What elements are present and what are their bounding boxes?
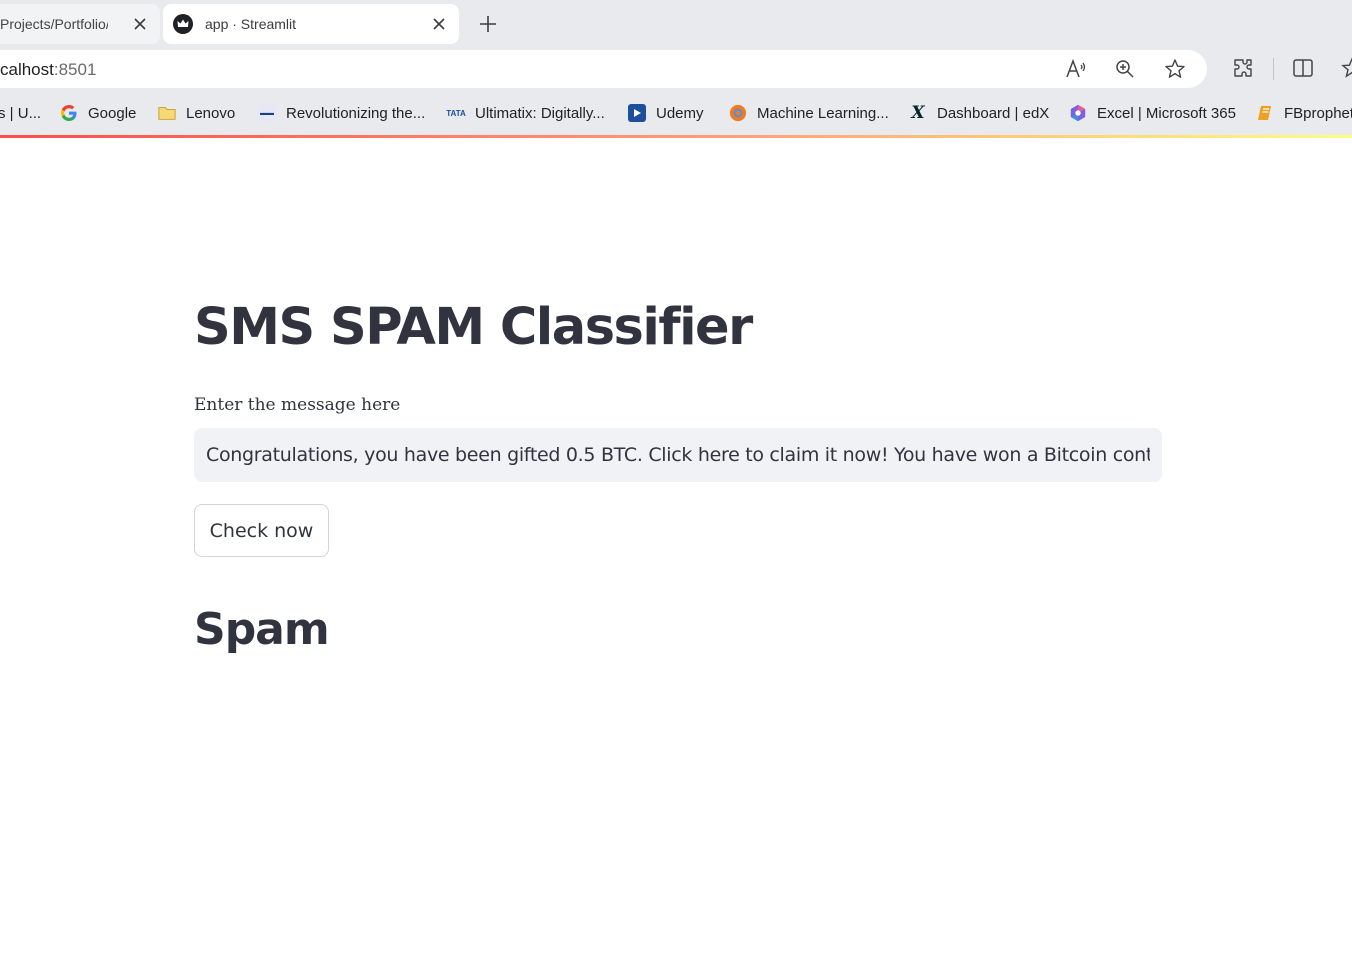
bookmark-machine-learning[interactable]: Machine Learning... (729, 101, 889, 125)
bookmark-udemy[interactable]: Udemy (628, 101, 704, 125)
ml-icon (729, 104, 747, 122)
bookmark-fbprophet[interactable]: FBprophet (1256, 101, 1352, 125)
udemy-icon (628, 104, 646, 122)
bookmark-edx[interactable]: X Dashboard | edX (909, 101, 1049, 125)
page-title: SMS SPAM Classifier (194, 298, 753, 357)
extensions-icon[interactable] (1231, 56, 1255, 80)
close-icon[interactable] (429, 14, 449, 34)
split-screen-icon[interactable] (1291, 56, 1315, 80)
favorites-icon[interactable] (1340, 56, 1352, 80)
site-icon: ▬▬ (258, 104, 276, 122)
check-now-button[interactable]: Check now (194, 504, 329, 557)
address-bar-row: calhost:8501 (0, 48, 1352, 90)
bookmark-google[interactable]: Google (60, 101, 136, 125)
tab-streamlit-app[interactable]: app · Streamlit (163, 4, 459, 44)
bookmark-ultimatix[interactable]: TATA Ultimatix: Digitally... (446, 101, 605, 125)
tab-strip: Projects/Portfolio/S app · Streamlit (0, 0, 1352, 48)
bookmark-lenovo-folder[interactable]: Lenovo (158, 101, 235, 125)
bookmarks-bar: s | U... Google Lenovo ▬▬ Revolutionizin… (0, 90, 1352, 135)
tab-title: app · Streamlit (205, 16, 297, 32)
toolbar-separator (1273, 58, 1274, 80)
favorite-star-icon[interactable] (1164, 58, 1186, 80)
google-icon (60, 104, 78, 122)
bookmark-excel-m365[interactable]: Excel | Microsoft 365 (1069, 101, 1236, 125)
zoom-icon[interactable] (1114, 58, 1136, 80)
streamlit-main: SMS SPAM Classifier Enter the message he… (0, 138, 1352, 976)
tab-title: Projects/Portfolio/S (0, 16, 108, 32)
message-input-label: Enter the message here (194, 395, 401, 415)
url-text[interactable]: calhost:8501 (0, 60, 96, 80)
fbprophet-icon (1256, 104, 1274, 122)
close-icon[interactable] (130, 14, 150, 34)
edx-icon: X (911, 103, 925, 123)
bookmark-revolutionizing[interactable]: ▬▬ Revolutionizing the... (258, 101, 425, 125)
m365-icon (1069, 104, 1087, 122)
folder-icon (158, 104, 176, 122)
read-aloud-icon[interactable] (1065, 58, 1087, 80)
prediction-result: Spam (194, 604, 330, 655)
message-input[interactable] (194, 428, 1162, 482)
new-tab-button[interactable] (474, 10, 502, 38)
address-bar[interactable]: calhost:8501 (0, 50, 1207, 88)
streamlit-crown-icon (173, 14, 193, 34)
tab-portfolio[interactable]: Projects/Portfolio/S (0, 4, 160, 44)
message-input-container (194, 428, 1162, 482)
bookmark-partial[interactable]: s | U... (0, 101, 41, 125)
tata-icon: TATA (446, 108, 466, 118)
